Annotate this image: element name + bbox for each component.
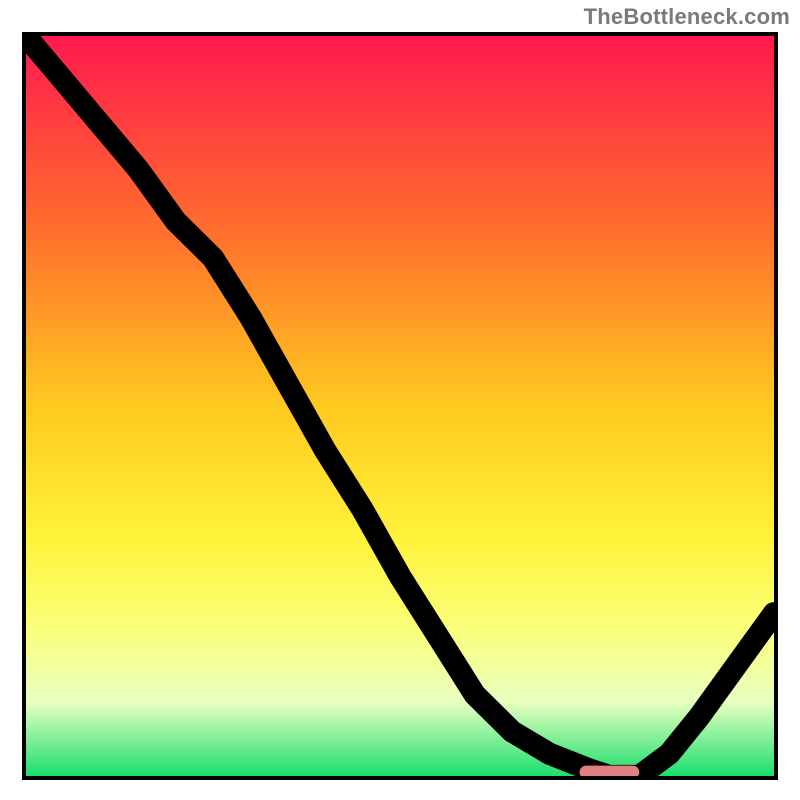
watermark-text: TheBottleneck.com [584,4,790,30]
bottleneck-curve [26,36,774,776]
chart-overlay [26,36,774,776]
optimal-marker [580,766,640,776]
chart-container [22,32,778,780]
